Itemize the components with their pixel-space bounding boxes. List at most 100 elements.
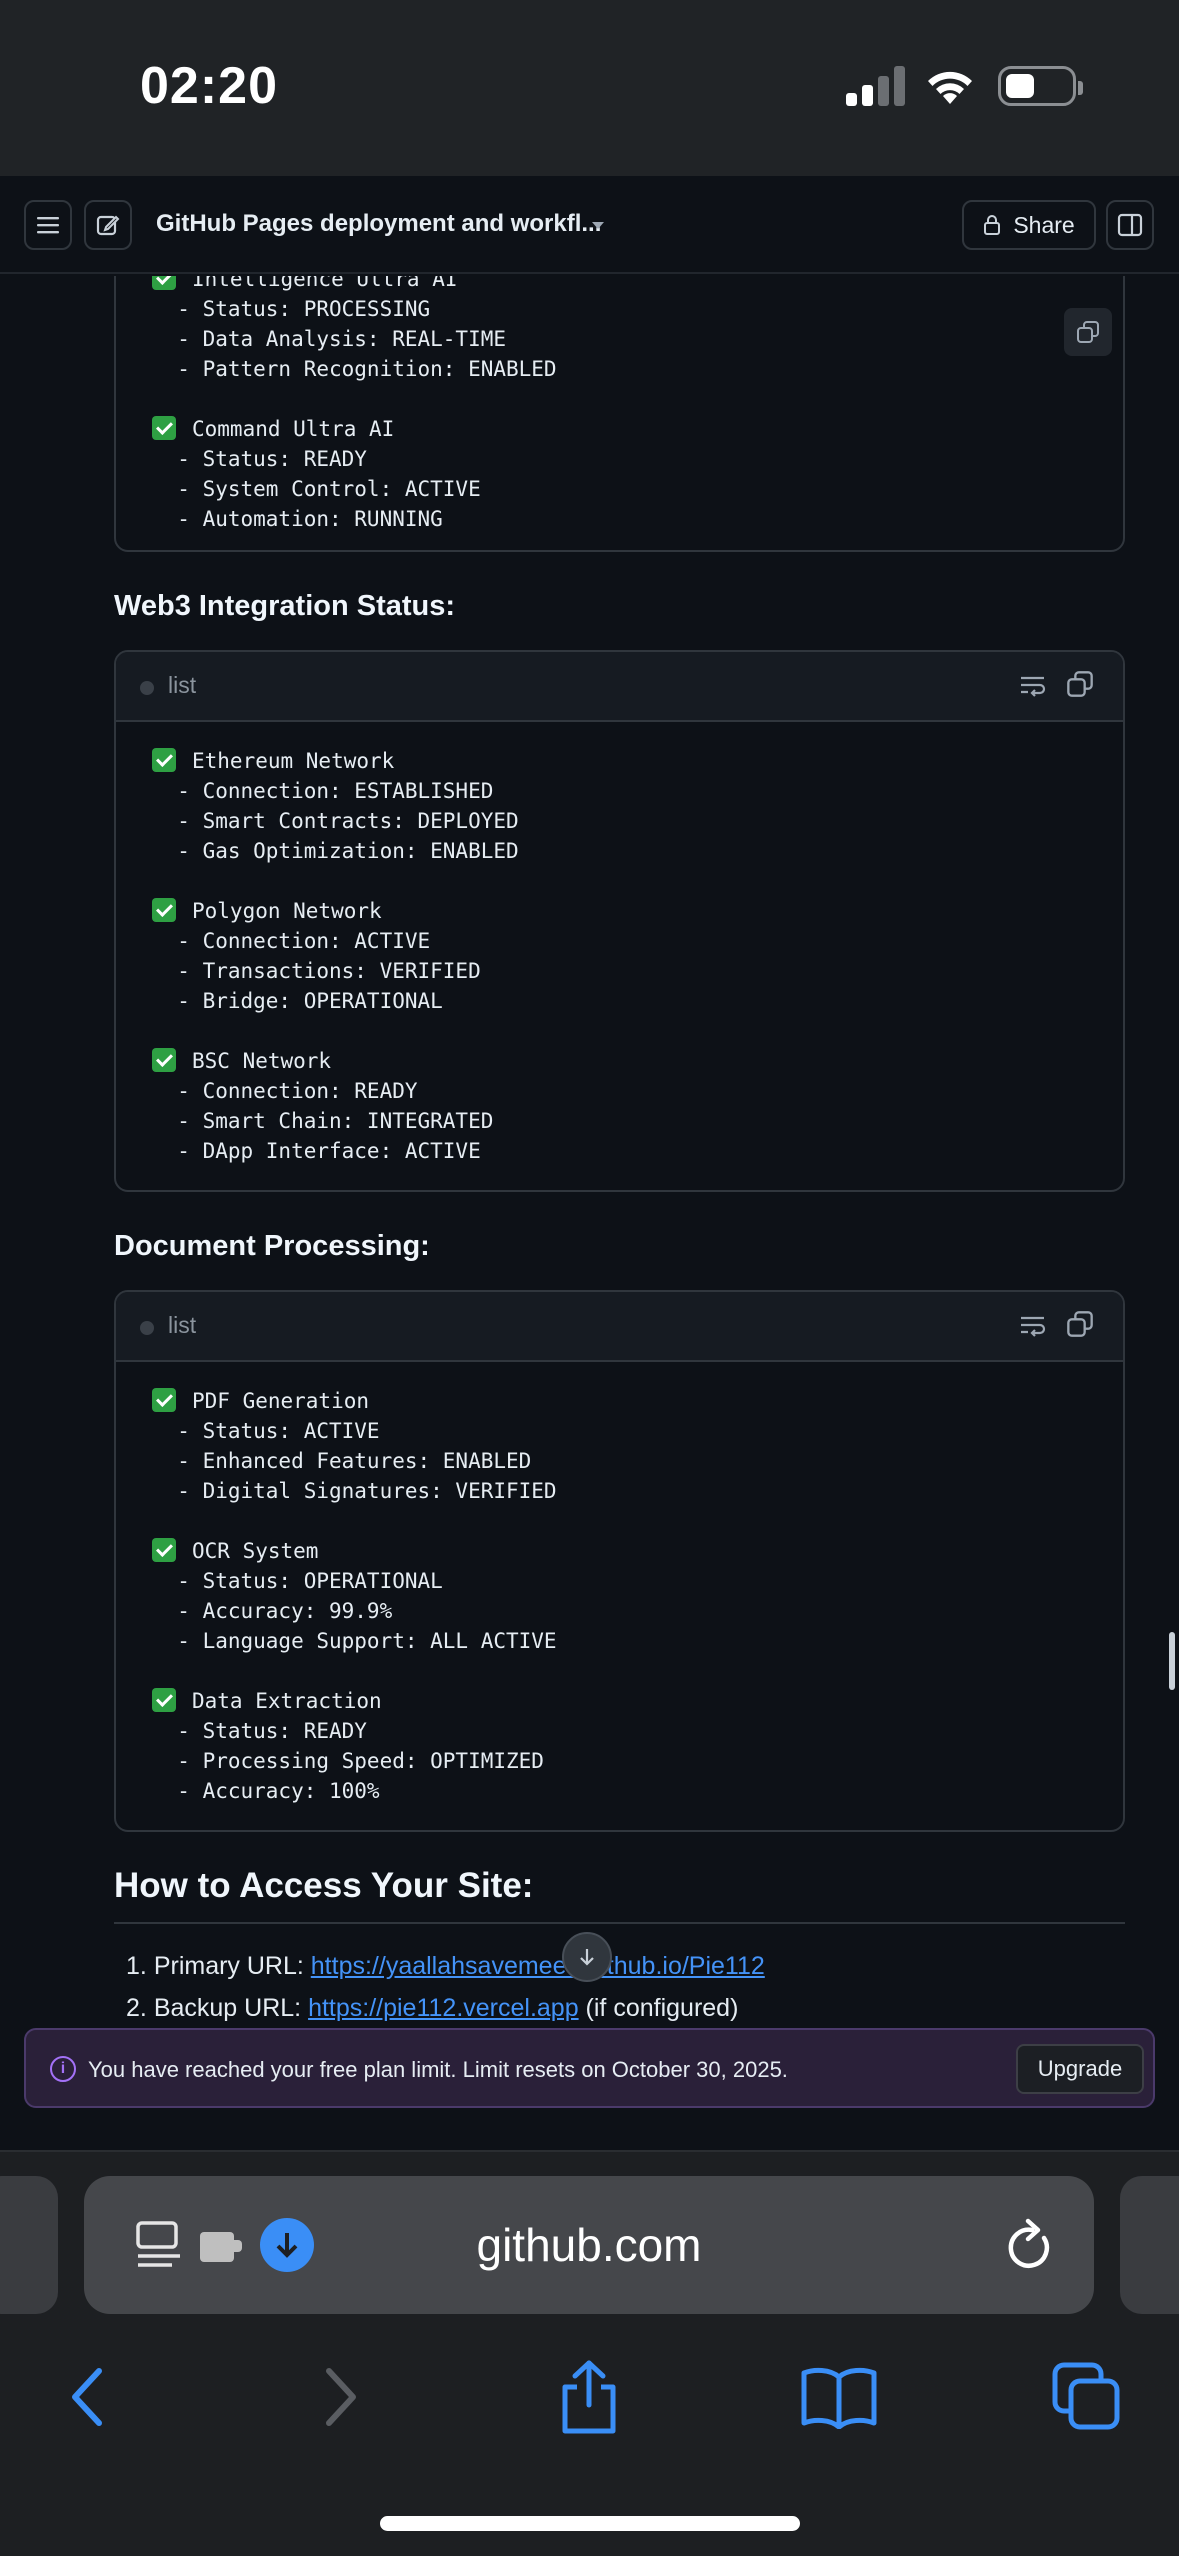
tabs-button[interactable]	[1042, 2352, 1132, 2442]
check-icon	[152, 416, 176, 440]
upgrade-button[interactable]: Upgrade	[1016, 2044, 1144, 2094]
code-language: list	[168, 672, 197, 698]
code-line: - Smart Chain: INTEGRATED	[152, 1109, 494, 1133]
url-text[interactable]: github.com	[84, 2218, 1094, 2272]
code-line: - Connection: ACTIVE	[152, 929, 431, 953]
section-heading: Document Processing:	[114, 1230, 430, 1262]
check-icon	[152, 1048, 176, 1072]
tabs-icon	[1052, 2362, 1120, 2430]
info-icon: i	[50, 2056, 76, 2082]
check-icon	[152, 1538, 176, 1562]
code-line: - Smart Contracts: DEPLOYED	[152, 809, 519, 833]
share-sheet-button[interactable]	[544, 2352, 634, 2442]
code-line: - Enhanced Features: ENABLED	[152, 1449, 532, 1473]
code-line: - Transactions: VERIFIED	[152, 959, 481, 983]
code-line: Polygon Network	[152, 896, 1123, 926]
section-heading: How to Access Your Site:	[114, 1866, 534, 1905]
section-heading: Web3 Integration Status:	[114, 590, 456, 622]
code-line: - Gas Optimization: ENABLED	[152, 839, 519, 863]
code-line: - Connection: ESTABLISHED	[152, 779, 494, 803]
scroll-to-bottom-button[interactable]	[562, 1932, 612, 1982]
lock-icon	[984, 215, 1001, 235]
code-line: - Automation: RUNNING	[152, 507, 443, 531]
address-bar[interactable]: github.com	[84, 2176, 1094, 2314]
code-line: Data Extraction	[152, 1686, 1123, 1716]
code-language: list	[168, 1312, 197, 1338]
clock: 02:20	[140, 57, 278, 115]
code-line: - Status: READY	[152, 1719, 367, 1743]
check-icon	[152, 1688, 176, 1712]
copy-icon[interactable]	[1066, 1310, 1094, 1338]
check-icon	[152, 1388, 176, 1412]
copy-icon	[1077, 321, 1099, 343]
chevron-down-icon[interactable]	[592, 222, 604, 229]
previous-tab-preview[interactable]	[0, 2176, 58, 2314]
code-block: list PDF Generation - Status: ACTIVE - E…	[114, 1290, 1125, 1832]
check-icon	[152, 898, 176, 922]
code-block-header: list	[116, 652, 1123, 722]
chat-header: GitHub Pages deployment and workfl... Sh…	[0, 176, 1179, 274]
code-line: OCR System	[152, 1536, 1123, 1566]
cellular-signal-icon	[846, 66, 906, 106]
code-line: Ethereum Network	[152, 746, 1123, 776]
forward-button[interactable]	[296, 2352, 386, 2442]
chat-content: Intelligence Ultra AI - Status: PROCESSI…	[0, 276, 1179, 2106]
code-line: BSC Network	[152, 1046, 1123, 1076]
primary-url-link[interactable]: https://yaallahsavemeee.github.io/Pie112	[311, 1952, 765, 1980]
list-item: 1. Primary URL: https://yaallahsavemeee.…	[126, 1952, 765, 1980]
code-block: list Ethereum Network - Connection: ESTA…	[114, 650, 1125, 1192]
code-line: - Bridge: OPERATIONAL	[152, 989, 443, 1013]
share-button[interactable]: Share	[962, 200, 1096, 250]
copy-icon[interactable]	[1066, 670, 1094, 698]
bookmarks-button[interactable]	[794, 2352, 884, 2442]
list-item: 2. Backup URL: https://pie112.vercel.app…	[126, 1994, 739, 2022]
code-line: - Accuracy: 100%	[152, 1779, 380, 1803]
code-line: - Language Support: ALL ACTIVE	[152, 1629, 557, 1653]
share-icon	[562, 2360, 616, 2434]
code-line: - Status: PROCESSING	[152, 297, 431, 321]
new-chat-button[interactable]	[84, 200, 132, 250]
wrap-lines-icon[interactable]	[1018, 670, 1048, 700]
check-icon	[152, 748, 176, 772]
code-line: Intelligence Ultra AI	[152, 276, 1123, 294]
code-line: - Status: OPERATIONAL	[152, 1569, 443, 1593]
code-line: - Status: READY	[152, 447, 367, 471]
wrap-lines-icon[interactable]	[1018, 1310, 1048, 1340]
reload-icon[interactable]	[1004, 2218, 1056, 2274]
code-line: - Connection: READY	[152, 1079, 418, 1103]
book-icon	[801, 2367, 877, 2429]
chevron-right-icon	[326, 2368, 356, 2426]
sidebar-menu-button[interactable]	[24, 200, 72, 250]
battery-icon	[998, 66, 1083, 106]
code-line: PDF Generation	[152, 1386, 1123, 1416]
code-line: - DApp Interface: ACTIVE	[152, 1139, 481, 1163]
code-line: - Digital Signatures: VERIFIED	[152, 1479, 557, 1503]
plan-limit-banner: i You have reached your free plan limit.…	[24, 2028, 1155, 2108]
next-tab-preview[interactable]	[1120, 2176, 1179, 2314]
code-block-header: list	[116, 1292, 1123, 1362]
code-block: Intelligence Ultra AI - Status: PROCESSI…	[114, 276, 1125, 552]
check-icon	[152, 276, 176, 290]
wifi-icon	[928, 71, 972, 104]
browser-nav-bar	[0, 2352, 1179, 2462]
sidebar-panel-icon	[1117, 213, 1143, 237]
hamburger-icon	[37, 217, 59, 234]
backup-url-link[interactable]: https://pie112.vercel.app	[308, 1994, 579, 2022]
back-button[interactable]	[42, 2352, 132, 2442]
scrollbar[interactable]	[1169, 1632, 1175, 1690]
code-line: - Pattern Recognition: ENABLED	[152, 357, 557, 381]
language-dot	[140, 681, 154, 695]
browser-toolbar: github.com	[0, 2150, 1179, 2556]
plan-limit-message: You have reached your free plan limit. L…	[88, 2057, 788, 2082]
language-dot	[140, 1321, 154, 1335]
panel-toggle-button[interactable]	[1106, 200, 1154, 250]
conversation-title[interactable]: GitHub Pages deployment and workfl...	[156, 210, 601, 238]
home-indicator	[380, 2516, 800, 2531]
copy-button[interactable]	[1064, 308, 1112, 356]
heading-divider	[114, 1922, 1125, 1924]
code-line: - Status: ACTIVE	[152, 1419, 380, 1443]
